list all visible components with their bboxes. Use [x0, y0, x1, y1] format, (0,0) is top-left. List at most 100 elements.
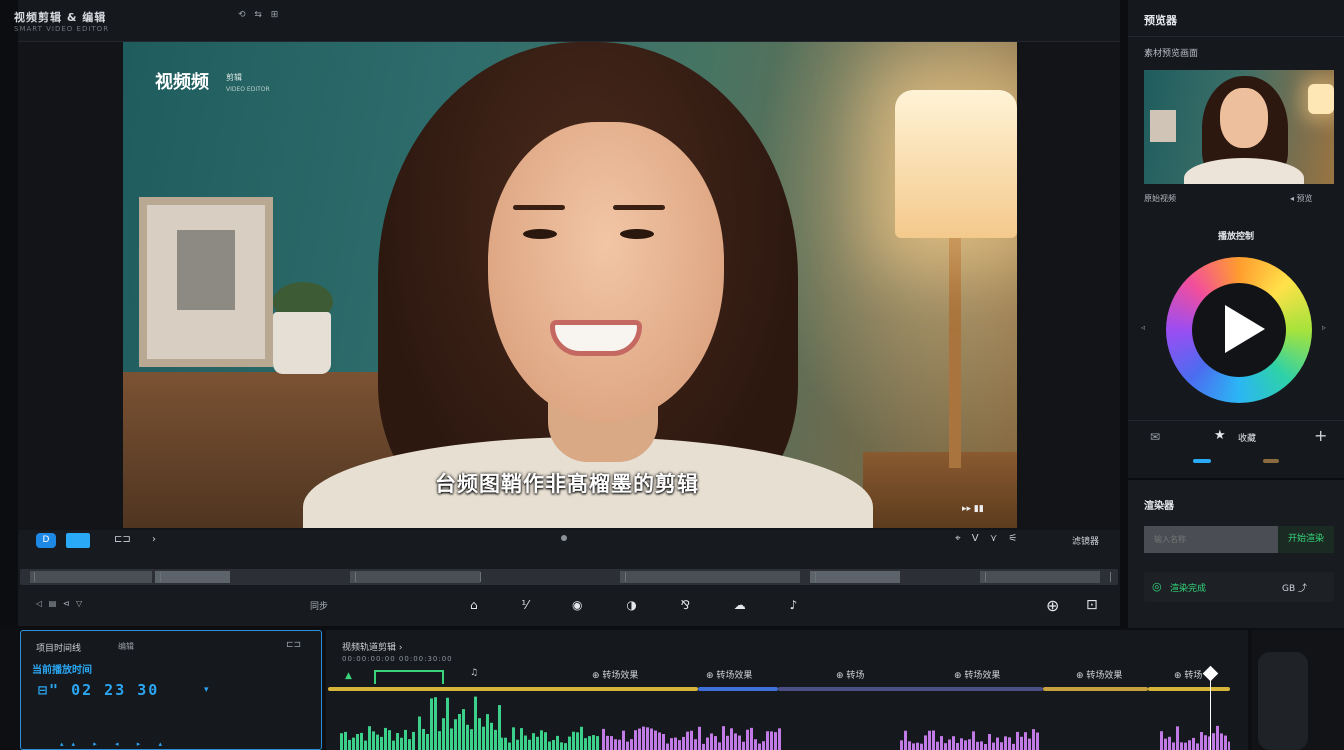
waveform-bar	[418, 716, 421, 750]
crosshair-icon[interactable]: ⊕	[1046, 596, 1059, 615]
sync-label[interactable]: 同步	[310, 599, 328, 612]
waveform-bar	[686, 731, 689, 750]
waveform-bar	[584, 738, 587, 750]
waveform-bar	[710, 733, 713, 750]
waveform-bar	[770, 731, 773, 750]
waveform-bar	[1004, 736, 1007, 750]
waveform-bar	[466, 724, 469, 750]
view-mode-button[interactable]	[66, 533, 90, 548]
waveform-bar	[592, 735, 595, 750]
waveform-bar	[936, 741, 939, 750]
waveform-svg	[340, 696, 1231, 750]
waveform-bar	[980, 741, 983, 750]
timeline-marker[interactable]: ⊕ 转场效果	[592, 668, 638, 681]
waveform-bar	[548, 741, 551, 750]
waveform-bar	[726, 735, 729, 750]
export-size-button[interactable]: GB ⤴	[1282, 581, 1307, 594]
save-icon[interactable]: ⊡	[1086, 597, 1098, 613]
waveform-bar	[674, 737, 677, 750]
smile	[550, 320, 642, 356]
link-button[interactable]: D	[36, 533, 56, 548]
waveform-bar	[344, 731, 347, 750]
waveform-bar	[984, 743, 987, 750]
waveform-bar	[532, 733, 535, 750]
video-badge-title: 视频频	[155, 72, 209, 93]
wheel-left-icon[interactable]: ◃	[1141, 323, 1145, 332]
selected-clip-bracket[interactable]	[374, 670, 444, 684]
waveform-bar	[778, 728, 781, 750]
frame-corner-controls[interactable]: ▸▸ ▮▮	[962, 504, 984, 514]
volume-slider[interactable]	[1258, 652, 1308, 750]
waveform-bar	[520, 728, 523, 750]
top-toolbar-icons[interactable]: ⟲ ⇆ ⊞	[238, 10, 281, 20]
play-icon[interactable]	[1225, 305, 1265, 353]
scrub-segment	[155, 571, 230, 583]
timecode-dropdown-icon[interactable]: ▾	[204, 685, 209, 695]
timeline-marker[interactable]: ♫	[470, 668, 478, 678]
waveform-bar	[446, 697, 449, 750]
waveform-bar	[438, 731, 441, 750]
plus-icon[interactable]: +	[1314, 426, 1327, 445]
waveform-bar	[528, 739, 531, 750]
waveform-bar	[1168, 736, 1171, 750]
audio-waveform[interactable]	[340, 694, 1231, 750]
timeline-marker[interactable]: ⊕ 转场效果	[954, 668, 1000, 681]
render-name-input[interactable]	[1144, 526, 1278, 553]
thumbnail-label: 原始视频	[1144, 194, 1176, 203]
waveform-bar	[952, 736, 955, 750]
waveform-bar	[1024, 732, 1027, 750]
lower-left-tools[interactable]: ◁ ▤ ⊲ ▽	[36, 599, 84, 608]
waveform-bar	[1184, 742, 1187, 750]
effect-tool-icons[interactable]: ⌂ ⅟ ◉ ◑ ⅋ ☁ ♪	[470, 598, 817, 612]
waveform-bar	[512, 727, 515, 750]
waveform-bar	[976, 741, 979, 750]
timeline-title[interactable]: 视频轨道剪辑 ›	[342, 640, 402, 653]
scrubber-bar[interactable]	[20, 569, 1118, 585]
right-tools-icons[interactable]: ⌖ V ⋎ ⚟	[955, 533, 1021, 544]
waveform-bar	[580, 726, 583, 750]
scrub-segment	[620, 571, 800, 583]
audio-marker-icon[interactable]: ▲	[345, 671, 352, 681]
waveform-bar	[552, 739, 555, 750]
waveform-bar	[694, 739, 697, 750]
waveform-bar	[462, 709, 465, 750]
waveform-bar	[1020, 736, 1023, 750]
playhead-line[interactable]	[1210, 678, 1211, 750]
timeline-marker[interactable]: ⊕ 转场	[1174, 668, 1202, 681]
tab-indicator	[1263, 459, 1279, 463]
favorites-label[interactable]: 收藏	[1238, 431, 1256, 444]
waveform-bar	[1180, 742, 1183, 750]
wheel-right-icon[interactable]: ▹	[1322, 323, 1326, 332]
render-button[interactable]: 开始渲染	[1278, 526, 1334, 553]
timeline-marker[interactable]: ⊕ 转场效果	[706, 668, 752, 681]
screen-icon[interactable]: ⊏⊐	[114, 534, 131, 549]
waveform-bar	[1008, 737, 1011, 750]
arrow-icon[interactable]: ›	[152, 534, 156, 549]
waveform-bar	[516, 739, 519, 750]
star-icon[interactable]: ★	[1214, 428, 1226, 443]
waveform-bar	[1192, 737, 1195, 750]
current-time-label: 当前播放时间	[32, 665, 92, 676]
waveform-bar	[622, 730, 625, 750]
waveform-bar	[596, 736, 599, 750]
timeline-marker[interactable]: ⊕ 转场	[836, 668, 864, 681]
waveform-bar	[536, 736, 539, 750]
mail-icon[interactable]: ✉	[1150, 430, 1160, 444]
video-preview-frame[interactable]	[123, 42, 1017, 528]
timeline-marker[interactable]: ⊕ 转场效果	[1076, 668, 1122, 681]
timecode-corner-icon[interactable]: ⊏⊐	[286, 640, 301, 650]
status-icon: ◎	[1152, 580, 1162, 593]
timecode-edit-label[interactable]: 编辑	[118, 641, 134, 652]
scrub-tick	[160, 572, 161, 582]
waveform-bar	[348, 739, 351, 750]
waveform-bar	[682, 736, 685, 750]
filter-label[interactable]: 滤镜器	[1072, 534, 1099, 547]
thumbnail-preview-link[interactable]: ◂ 预览	[1290, 193, 1313, 204]
timeline-ruler[interactable]	[328, 684, 1230, 694]
timecode-controls[interactable]: ▴▴ ▸ ◂ ▸ ▴	[60, 740, 170, 748]
scrub-tick	[1110, 572, 1111, 582]
waveform-bar	[1204, 735, 1207, 750]
scrub-tick	[34, 572, 35, 582]
preview-thumbnail[interactable]	[1144, 70, 1334, 184]
timecode-value[interactable]: ⊟" 02 23 30	[38, 681, 159, 699]
